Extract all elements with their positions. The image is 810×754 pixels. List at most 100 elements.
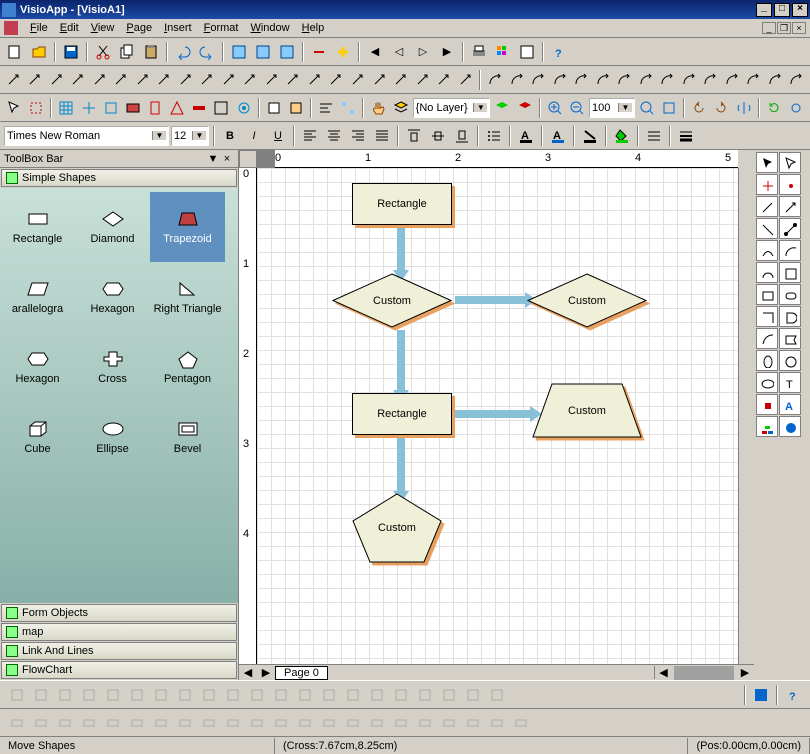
bottom2-tool-18[interactable] <box>438 712 460 734</box>
category-simple-shapes[interactable]: Simple Shapes <box>1 169 237 187</box>
mdi-restore-button[interactable]: ❐ <box>777 22 791 34</box>
bottom1-tool-19[interactable] <box>462 684 484 706</box>
bold-button[interactable]: B <box>219 125 241 147</box>
menu-view[interactable]: View <box>85 19 121 37</box>
bottom2-tool-3[interactable] <box>78 712 100 734</box>
bottom2-tool-8[interactable] <box>198 712 220 734</box>
arc-tool-10[interactable] <box>701 69 721 91</box>
select-tool[interactable] <box>26 97 46 119</box>
scrollbar-vertical[interactable] <box>738 168 754 664</box>
arc-tool-13[interactable] <box>765 69 785 91</box>
text-highlight-button[interactable]: A <box>547 125 569 147</box>
palette-tool-a2[interactable] <box>756 196 778 217</box>
flip-h-button[interactable] <box>734 97 754 119</box>
shape-diamond[interactable]: Diamond <box>75 192 150 262</box>
palette-tool-b1[interactable] <box>779 174 801 195</box>
bottom1-tool-3[interactable] <box>78 684 100 706</box>
zoom-combo[interactable]: 100▼ <box>589 98 635 118</box>
shape-hexagon[interactable]: Hexagon <box>0 332 75 402</box>
nav-prev-button[interactable]: ◁ <box>388 41 410 63</box>
bottom1-tool-17[interactable] <box>414 684 436 706</box>
shape-trapezoid[interactable]: Trapezoid <box>150 192 225 262</box>
pointer-tool[interactable] <box>4 97 24 119</box>
connector-tool-16[interactable] <box>348 69 368 91</box>
fontsize-combo[interactable]: 12▼ <box>171 126 209 146</box>
palette-tool-b8[interactable] <box>779 328 801 349</box>
palette-tool-a1[interactable] <box>756 174 778 195</box>
connector-tool-10[interactable] <box>219 69 239 91</box>
undo-button[interactable] <box>172 41 194 63</box>
bottom1-tool-15[interactable] <box>366 684 388 706</box>
connector-tool-3[interactable] <box>69 69 89 91</box>
align-right-button[interactable] <box>347 125 369 147</box>
connector-tool-21[interactable] <box>456 69 476 91</box>
arc-tool-5[interactable] <box>593 69 613 91</box>
connector-tool-19[interactable] <box>413 69 433 91</box>
arc-tool-4[interactable] <box>571 69 591 91</box>
connector-tool-7[interactable] <box>155 69 175 91</box>
pan-tool[interactable] <box>368 97 388 119</box>
connector-tool-5[interactable] <box>112 69 132 91</box>
bottom-help-icon[interactable]: ? <box>782 684 804 706</box>
canvas-shape-rect[interactable]: Rectangle <box>352 393 452 435</box>
arc-tool-3[interactable] <box>550 69 570 91</box>
bottom2-tool-15[interactable] <box>366 712 388 734</box>
tool-i[interactable] <box>211 97 231 119</box>
copy-button[interactable] <box>116 41 138 63</box>
add-button[interactable] <box>332 41 354 63</box>
palette-tool-b0[interactable] <box>779 152 801 173</box>
tool-e[interactable] <box>123 97 143 119</box>
palette-tool-b10[interactable]: T <box>779 372 801 393</box>
connector-tool-0[interactable] <box>4 69 24 91</box>
palette-tool-b9[interactable] <box>779 350 801 371</box>
page-tab[interactable]: Page 0 <box>275 666 328 680</box>
line-style-button[interactable] <box>643 125 665 147</box>
bottom2-tool-1[interactable] <box>30 712 52 734</box>
grid-toggle[interactable] <box>56 97 76 119</box>
connector-arrow[interactable] <box>397 225 405 270</box>
align-center-button[interactable] <box>323 125 345 147</box>
bottom2-tool-16[interactable] <box>390 712 412 734</box>
nav-first-button[interactable]: ◀ <box>364 41 386 63</box>
palette-tool-b3[interactable] <box>779 218 801 239</box>
connector-tool-8[interactable] <box>176 69 196 91</box>
connector-tool-13[interactable] <box>284 69 304 91</box>
bottom2-tool-9[interactable] <box>222 712 244 734</box>
palette-tool-a12[interactable] <box>756 416 778 437</box>
zoom-fit-button[interactable] <box>637 97 657 119</box>
palette-tool-b7[interactable] <box>779 306 801 327</box>
shape-arallelogra[interactable]: arallelogra <box>0 262 75 332</box>
canvas-shape-trap[interactable]: Custom <box>532 383 642 438</box>
bottom2-tool-0[interactable] <box>6 712 28 734</box>
layer-btn-a[interactable] <box>492 97 512 119</box>
bullets-button[interactable] <box>483 125 505 147</box>
preview-button[interactable] <box>516 41 538 63</box>
rotate-left-button[interactable] <box>689 97 709 119</box>
bottom2-tool-13[interactable] <box>318 712 340 734</box>
arc-tool-11[interactable] <box>722 69 742 91</box>
valign-top-button[interactable] <box>403 125 425 147</box>
bottom1-tool-20[interactable] <box>486 684 508 706</box>
help-button[interactable]: ? <box>548 41 570 63</box>
palette-tool-a4[interactable] <box>756 240 778 261</box>
distribute-tool[interactable] <box>338 97 358 119</box>
redo-button[interactable] <box>196 41 218 63</box>
arc-tool-1[interactable] <box>507 69 527 91</box>
bottom1-tool-13[interactable] <box>318 684 340 706</box>
arc-tool-2[interactable] <box>528 69 548 91</box>
bottom2-tool-12[interactable] <box>294 712 316 734</box>
arc-tool-0[interactable] <box>485 69 505 91</box>
tb-btn-a[interactable] <box>228 41 250 63</box>
category-flowchart[interactable]: FlowChart <box>1 661 237 679</box>
connector-tool-6[interactable] <box>133 69 153 91</box>
nav-next-button[interactable]: ▷ <box>412 41 434 63</box>
palette-tool-b5[interactable] <box>779 262 801 283</box>
toolbox-close-button[interactable]: × <box>220 153 234 165</box>
menu-window[interactable]: Window <box>244 19 295 37</box>
shape-pentagon[interactable]: Pentagon <box>150 332 225 402</box>
tool-g[interactable] <box>167 97 187 119</box>
bottom2-tool-6[interactable] <box>150 712 172 734</box>
bottom1-tool-7[interactable] <box>174 684 196 706</box>
zoom-out-button[interactable] <box>567 97 587 119</box>
layer-combo[interactable]: {No Layer}▼ <box>413 98 491 118</box>
